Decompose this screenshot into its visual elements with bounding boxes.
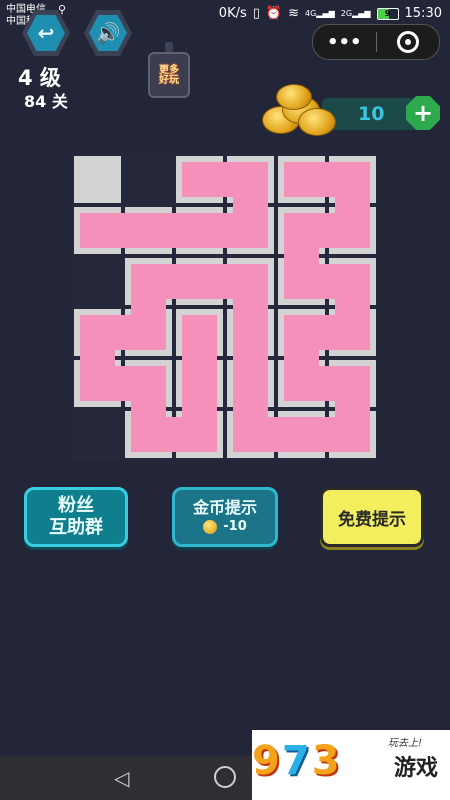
stage-label: 84 关 bbox=[24, 92, 68, 111]
wifi-icon: ≋ bbox=[288, 6, 299, 21]
more-menu-button[interactable]: ••• bbox=[313, 32, 376, 53]
free-hint-label: 免费提示 bbox=[338, 509, 406, 530]
fans-group-button[interactable]: 粉丝 互助群 bbox=[24, 487, 128, 547]
coin-stack-icon bbox=[262, 84, 336, 138]
more-games-button[interactable]: 更多 好玩 bbox=[146, 42, 192, 106]
add-coins-button[interactable]: + bbox=[406, 96, 440, 130]
status-right: 0K/s ▯ ⏰ ≋ 4G▂▄▆ 2G▂▄▆ 9 15:30 bbox=[219, 6, 442, 21]
clock: 15:30 bbox=[404, 6, 442, 21]
watermark-digit: 9 bbox=[252, 738, 280, 784]
nav-back-icon[interactable]: ◁ bbox=[114, 766, 129, 790]
nav-home-icon[interactable] bbox=[214, 766, 236, 788]
watermark-digit: 3 bbox=[311, 738, 340, 784]
alarm-icon: ⏰ bbox=[265, 6, 283, 21]
coin-hint-cost-row: -10 bbox=[203, 518, 247, 536]
signal-2-icon: 2G▂▄▆ bbox=[340, 9, 371, 18]
watermark-logo: 9 7 3 玩去上! 游戏 bbox=[252, 730, 450, 800]
coin-icon bbox=[276, 84, 312, 110]
promo-text-line-2: 好玩 bbox=[159, 75, 179, 86]
fans-label-line-1: 粉丝 bbox=[58, 495, 94, 516]
speaker-icon: 🔊 bbox=[89, 15, 127, 51]
target-icon bbox=[396, 31, 419, 53]
watermark-digits: 9 7 3 bbox=[252, 736, 342, 786]
signal-1-icon: 4G▂▄▆ bbox=[305, 9, 335, 18]
promo-text: 更多 好玩 bbox=[146, 66, 192, 86]
plus-icon: + bbox=[412, 99, 434, 127]
level-label: 4 级 bbox=[18, 66, 61, 90]
coin-hint-cost: -10 bbox=[223, 519, 247, 534]
path-segment bbox=[182, 162, 268, 197]
coin-hint-title: 金币提示 bbox=[192, 498, 257, 517]
battery-icon: 9 bbox=[376, 7, 399, 20]
coin-count: 10 bbox=[358, 103, 385, 125]
network-speed: 0K/s bbox=[218, 6, 247, 21]
free-hint-button[interactable]: 免费提示 bbox=[320, 487, 424, 547]
coin-icon bbox=[298, 108, 336, 136]
start-cell[interactable] bbox=[74, 156, 121, 203]
watermark-digit: 7 bbox=[281, 738, 310, 784]
puzzle-board[interactable] bbox=[72, 154, 378, 460]
back-arrow-icon: ↩ bbox=[27, 15, 65, 51]
coin-icon bbox=[203, 520, 218, 534]
vibrate-icon: ▯ bbox=[252, 6, 260, 21]
path-segment bbox=[182, 315, 217, 401]
fans-label-line-2: 互助群 bbox=[49, 517, 103, 538]
board-canvas[interactable] bbox=[72, 154, 378, 460]
watermark-text: 游戏 bbox=[394, 756, 439, 781]
lantern-hook bbox=[165, 42, 173, 52]
coin-hint-button[interactable]: 金币提示 -10 bbox=[172, 487, 278, 547]
watermark-slogan: 玩去上! bbox=[388, 738, 423, 749]
close-miniprogram-button[interactable] bbox=[377, 31, 440, 53]
miniprogram-capsule: ••• bbox=[312, 24, 440, 60]
level-info: 4 级 84 关 bbox=[18, 66, 68, 114]
